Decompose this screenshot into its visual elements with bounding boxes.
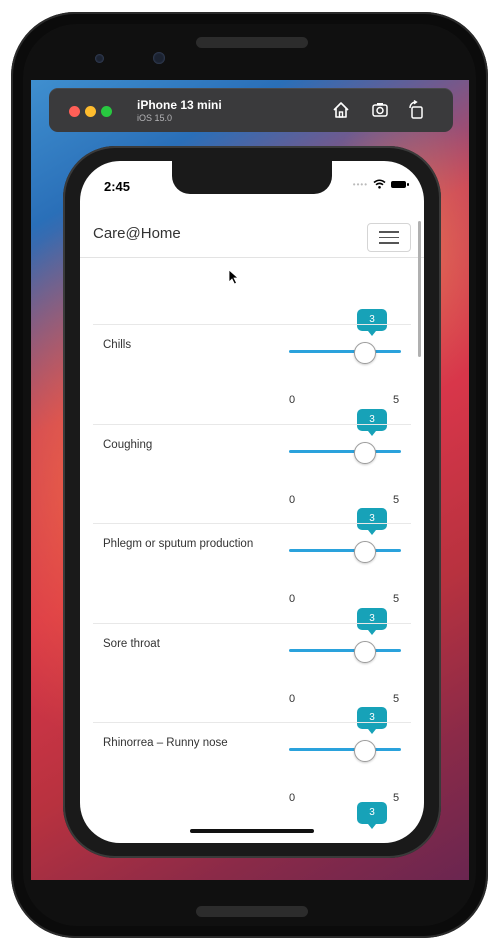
- hamburger-line: [379, 236, 399, 238]
- front-camera-icon: [95, 54, 104, 63]
- severity-slider-thumb[interactable]: [354, 541, 376, 563]
- app-title[interactable]: Care@Home: [93, 225, 181, 242]
- symptom-label: Coughing: [103, 438, 153, 451]
- screenshot-icon[interactable]: [369, 99, 391, 121]
- slider-value-bubble: 3: [357, 508, 387, 535]
- hamburger-line: [379, 242, 399, 244]
- row-divider: [93, 722, 411, 723]
- slider-value-bubble: 3: [357, 309, 387, 336]
- severity-slider-thumb[interactable]: [354, 640, 376, 663]
- symptom-row: 3 Coughing 0 5: [80, 406, 424, 506]
- status-time: 2:45: [104, 179, 131, 194]
- status-icons: ••••: [352, 179, 409, 189]
- front-sensor-icon: [153, 52, 165, 64]
- severity-slider-thumb[interactable]: [354, 740, 376, 762]
- symptom-list: 3 Chills 0 5 3 Coughing 0 5 3 Phlegm or sputum pr…: [80, 306, 424, 804]
- top-speaker: [196, 37, 308, 48]
- row-divider: [93, 324, 411, 325]
- slider-max-label: 5: [393, 394, 400, 406]
- symptom-row: 3 Rhinorrea – Runny nose 0 5: [80, 704, 424, 804]
- home-icon[interactable]: [330, 99, 352, 121]
- home-indicator[interactable]: [190, 829, 314, 833]
- row-divider: [93, 523, 411, 524]
- slider-value-bubble: 3: [357, 802, 387, 829]
- zoom-window-button[interactable]: [101, 106, 112, 117]
- simulated-iphone: 2:45 •••• Care@Home 3 Chills 0 5 3 Coughing 0 5…: [63, 146, 441, 858]
- slider-max-label: 5: [393, 593, 400, 605]
- severity-slider-track[interactable]: [289, 648, 401, 652]
- severity-slider-thumb[interactable]: [354, 441, 376, 464]
- app-screen: 2:45 •••• Care@Home 3 Chills 0 5 3 Coughing 0 5…: [80, 161, 424, 843]
- minimize-window-button[interactable]: [85, 106, 96, 117]
- app-navbar: Care@Home: [80, 211, 424, 258]
- mouse-pointer-icon: [228, 269, 240, 285]
- row-divider: [93, 423, 411, 425]
- severity-slider-track[interactable]: [289, 350, 401, 353]
- severity-slider-track[interactable]: [289, 449, 401, 453]
- severity-slider-track[interactable]: [289, 748, 401, 751]
- simulator-os-version: iOS 15.0: [137, 113, 173, 123]
- symptom-label: Phlegm or sputum production: [103, 538, 254, 550]
- rotate-icon[interactable]: [405, 99, 427, 121]
- symptom-label: Sore throat: [103, 637, 160, 650]
- hamburger-menu-button[interactable]: [367, 223, 411, 252]
- slider-value-bubble: 3: [357, 607, 387, 635]
- slider-min-label: 0: [289, 593, 296, 605]
- simulator-title-bar: iPhone 13 mini iOS 15.0: [49, 88, 453, 132]
- severity-slider-track[interactable]: [289, 549, 401, 552]
- hamburger-menu-icon: [379, 231, 399, 233]
- slider-min-label: 0: [289, 493, 296, 506]
- partial-next-row: 3: [80, 802, 424, 842]
- close-window-button[interactable]: [69, 106, 80, 117]
- symptom-label: Chills: [103, 339, 132, 351]
- bottom-speaker: [196, 906, 308, 917]
- row-divider: [93, 622, 411, 624]
- wifi-icon: [373, 179, 386, 189]
- symptom-row: 3 Chills 0 5: [80, 306, 424, 406]
- slider-max-label: 5: [393, 692, 400, 705]
- battery-icon: [391, 180, 409, 188]
- slider-min-label: 0: [289, 394, 296, 406]
- severity-slider-thumb[interactable]: [354, 342, 376, 364]
- cellular-signal-icon: ••••: [352, 179, 368, 189]
- simulator-device-name: iPhone 13 mini: [137, 98, 222, 112]
- slider-value-bubble: 3: [357, 707, 387, 734]
- slider-max-label: 5: [393, 493, 400, 506]
- slider-min-label: 0: [289, 692, 296, 705]
- notch: [172, 161, 332, 194]
- slider-value-bubble: 3: [357, 408, 387, 436]
- symptom-label: Rhinorrea – Runny nose: [103, 737, 228, 749]
- symptom-row: 3 Sore throat 0 5: [80, 605, 424, 705]
- symptom-row: 3 Phlegm or sputum production 0 5: [80, 505, 424, 605]
